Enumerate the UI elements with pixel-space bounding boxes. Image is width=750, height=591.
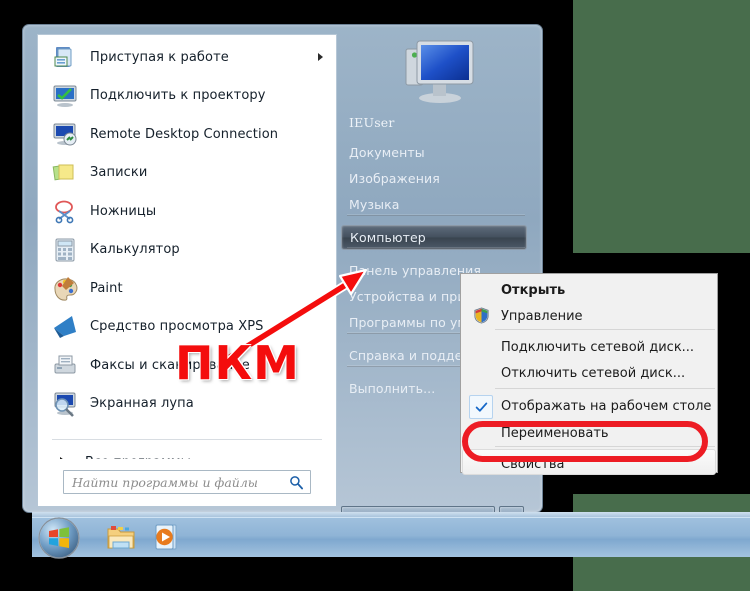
- context-menu-item-label: Подключить сетевой диск...: [501, 339, 695, 355]
- projector-icon: [52, 83, 78, 109]
- fax-scan-icon: [54, 355, 76, 374]
- start-menu-program-item[interactable]: Записки: [38, 154, 336, 193]
- search-placeholder: Найти программы и файлы: [72, 474, 258, 490]
- context-menu-item-label: Отображать на рабочем столе: [501, 398, 712, 414]
- start-menu-program-item[interactable]: Ножницы: [38, 192, 336, 231]
- divider: [495, 329, 715, 330]
- folder-explorer-icon[interactable]: [106, 522, 136, 552]
- context-menu-item[interactable]: Отображать на рабочем столе: [462, 393, 716, 419]
- right-item-label: Выполнить...: [349, 381, 436, 396]
- divider: [347, 247, 525, 249]
- sticky-notes-icon: [52, 160, 78, 186]
- divider: [347, 214, 525, 216]
- shield-icon: [474, 307, 489, 324]
- getting-started-icon: [52, 44, 78, 70]
- fax-scan-icon: [52, 352, 78, 378]
- program-label: Ножницы: [90, 203, 157, 219]
- program-label: Remote Desktop Connection: [90, 126, 279, 142]
- xps-viewer-icon: [52, 314, 78, 340]
- context-menu: Открыть Управление Подключить сетевой диск…: [460, 273, 718, 475]
- projector-icon: [53, 85, 77, 107]
- getting-started-icon: [54, 47, 72, 68]
- program-label: Экранная лупа: [90, 396, 194, 412]
- chevron-right-icon: [318, 53, 323, 62]
- search-icon[interactable]: [289, 475, 304, 490]
- context-menu-item[interactable]: Подключить сетевой диск...: [462, 334, 716, 360]
- calculator-icon: [52, 237, 78, 263]
- avatar[interactable]: [393, 36, 479, 106]
- right-item-label: Компьютер: [350, 230, 426, 245]
- paint-icon: [54, 277, 78, 301]
- start-menu-left-pane: Приступая к работе Подключить к проектору…: [37, 34, 337, 470]
- start-menu-program-item[interactable]: Приступая к работе: [38, 38, 336, 77]
- snipping-tool-icon: [52, 198, 78, 224]
- right-item-label: Музыка: [349, 197, 400, 212]
- context-menu-item[interactable]: Переименовать: [462, 420, 716, 446]
- context-menu-item-label: Отключить сетевой диск...: [501, 365, 686, 381]
- context-menu-item-label: Свойства: [501, 456, 565, 472]
- windows-orb-icon[interactable]: [36, 515, 82, 561]
- calculator-icon: [55, 238, 75, 262]
- taskbar: [32, 517, 750, 559]
- context-menu-item-label: Открыть: [501, 282, 566, 298]
- right-item-label: Изображения: [349, 171, 440, 186]
- paint-icon: [52, 275, 78, 301]
- magnifier-icon: [52, 391, 78, 417]
- context-menu-item[interactable]: Свойства: [462, 451, 716, 477]
- start-menu-program-item[interactable]: Paint: [38, 269, 336, 308]
- program-label: Калькулятор: [90, 242, 180, 258]
- divider: [495, 388, 715, 389]
- program-label: Записки: [90, 165, 148, 181]
- start-menu-program-item[interactable]: Подключить к проектору: [38, 77, 336, 116]
- right-item-label: Документы: [349, 145, 425, 160]
- start-menu-program-item[interactable]: Калькулятор: [38, 231, 336, 270]
- xps-viewer-icon: [54, 315, 76, 338]
- magnifier-icon: [54, 392, 76, 417]
- program-label: Средство просмотра XPS: [90, 319, 264, 335]
- callout-text: ПКМ: [175, 336, 300, 390]
- start-menu-program-item[interactable]: Remote Desktop Connection: [38, 115, 336, 154]
- program-label: Приступая к работе: [90, 49, 229, 65]
- user-name: IEUser: [349, 115, 395, 130]
- context-menu-item[interactable]: Управление: [462, 303, 716, 329]
- search-area: Найти программы и файлы: [37, 459, 337, 507]
- context-menu-item[interactable]: Отключить сетевой диск...: [462, 360, 716, 386]
- sticky-notes-icon: [52, 164, 74, 181]
- divider: [495, 446, 715, 447]
- search-input[interactable]: Найти программы и файлы: [63, 470, 311, 494]
- divider: [52, 439, 322, 440]
- remote-desktop-icon: [53, 123, 77, 146]
- start-menu-right-item[interactable]: Изображения: [341, 166, 531, 191]
- program-label: Paint: [90, 280, 123, 296]
- desktop-background-top-right: [573, 0, 750, 253]
- program-label: Подключить к проектору: [90, 88, 266, 104]
- remote-desktop-icon: [52, 121, 78, 147]
- start-menu-right-item[interactable]: Документы: [341, 140, 531, 165]
- snipping-tool-icon: [55, 200, 74, 224]
- context-menu-item-label: Переименовать: [501, 425, 609, 441]
- context-menu-item[interactable]: Открыть: [462, 277, 716, 303]
- start-menu-program-item[interactable]: Экранная лупа: [38, 385, 336, 424]
- media-player-icon[interactable]: [154, 523, 182, 551]
- checkmark-icon: [469, 395, 493, 419]
